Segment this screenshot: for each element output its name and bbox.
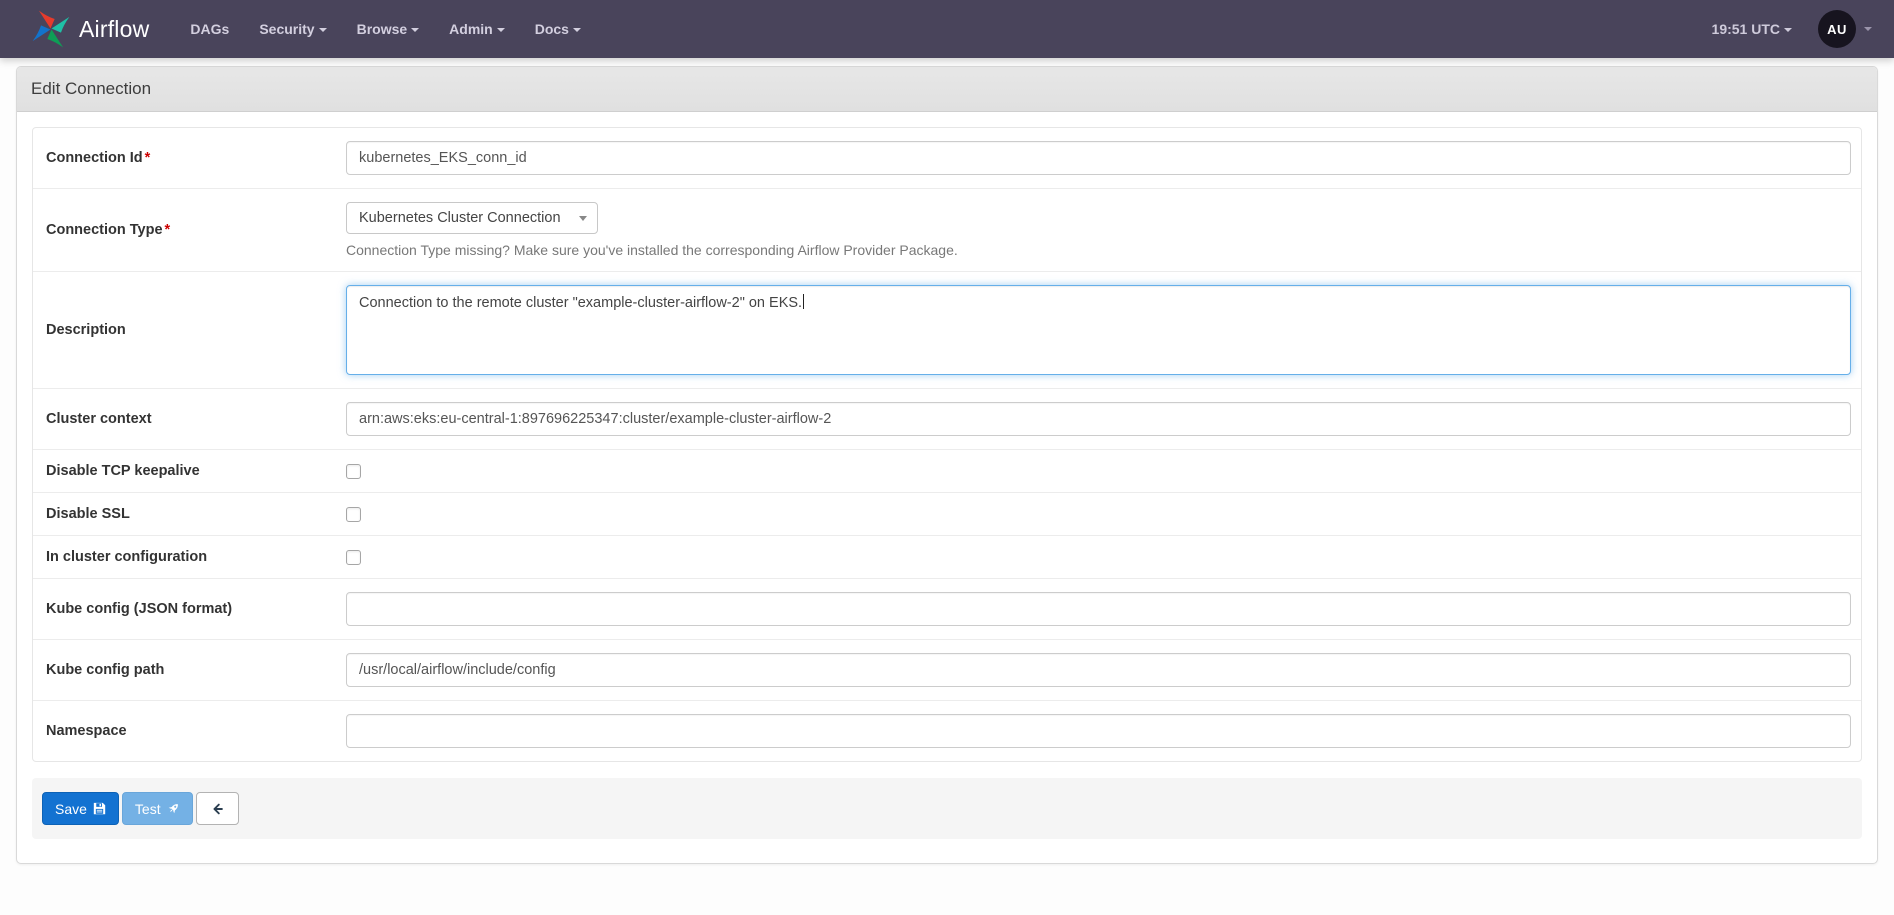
nav-item-admin[interactable]: Admin <box>434 11 520 47</box>
row-cluster-context: Cluster context <box>33 389 1861 450</box>
airflow-brand[interactable]: Airflow <box>30 8 149 50</box>
kube-config-path-input[interactable] <box>346 653 1851 687</box>
disable-ssl-checkbox[interactable] <box>346 507 361 522</box>
row-in-cluster-configuration: In cluster configuration <box>33 536 1861 579</box>
page-title: Edit Connection <box>31 79 1863 99</box>
chevron-down-icon <box>579 216 587 221</box>
connection-id-label: Connection Id* <box>43 150 346 166</box>
connection-type-label: Connection Type* <box>43 222 346 238</box>
chevron-down-icon <box>319 28 327 32</box>
test-button[interactable]: Test <box>122 792 193 825</box>
nav-item-docs[interactable]: Docs <box>520 11 596 47</box>
disable-tcp-keepalive-checkbox[interactable] <box>346 464 361 479</box>
row-disable-ssl: Disable SSL <box>33 493 1861 536</box>
kube-config-path-label: Kube config path <box>43 662 346 678</box>
row-kube-config-path: Kube config path <box>33 640 1861 701</box>
connection-form: Connection Id* Connection Type* Kubernet… <box>32 127 1862 762</box>
nav-menu: DAGs Security Browse Admin Docs <box>175 11 596 47</box>
disable-tcp-keepalive-label: Disable TCP keepalive <box>43 463 346 479</box>
row-namespace: Namespace <box>33 701 1861 761</box>
chevron-down-icon <box>1864 27 1872 31</box>
chevron-down-icon <box>573 28 581 32</box>
form-footer: Save Test <box>32 778 1862 839</box>
test-rocket-icon <box>167 802 180 815</box>
edit-connection-panel: Edit Connection Connection Id* Connectio… <box>16 66 1878 864</box>
row-connection-id: Connection Id* <box>33 128 1861 189</box>
connection-type-help-text: Connection Type missing? Make sure you'v… <box>346 242 1851 258</box>
back-arrow-icon <box>210 802 225 816</box>
panel-body: Connection Id* Connection Type* Kubernet… <box>17 112 1877 863</box>
user-menu[interactable]: AU <box>1818 10 1872 48</box>
connection-type-selected-value: Kubernetes Cluster Connection <box>359 210 561 226</box>
panel-heading: Edit Connection <box>17 67 1877 112</box>
top-navbar: Airflow DAGs Security Browse Admin Docs … <box>0 0 1894 58</box>
kube-config-json-label: Kube config (JSON format) <box>43 601 346 617</box>
chevron-down-icon <box>1784 28 1792 32</box>
description-textarea[interactable]: Connection to the remote cluster "exampl… <box>346 285 1851 375</box>
namespace-input[interactable] <box>346 714 1851 748</box>
chevron-down-icon <box>497 28 505 32</box>
cluster-context-label: Cluster context <box>43 411 346 427</box>
required-asterisk: * <box>165 222 171 238</box>
row-description: Description Connection to the remote clu… <box>33 272 1861 389</box>
nav-item-browse[interactable]: Browse <box>342 11 435 47</box>
nav-item-security[interactable]: Security <box>244 11 341 47</box>
description-label: Description <box>43 322 346 338</box>
disable-ssl-label: Disable SSL <box>43 506 346 522</box>
timezone-selector[interactable]: 19:51 UTC <box>1712 21 1792 37</box>
row-kube-config-json: Kube config (JSON format) <box>33 579 1861 640</box>
kube-config-json-input[interactable] <box>346 592 1851 626</box>
in-cluster-configuration-label: In cluster configuration <box>43 549 346 565</box>
nav-item-dags[interactable]: DAGs <box>175 11 244 47</box>
airflow-pinwheel-logo-icon <box>30 8 72 50</box>
chevron-down-icon <box>411 28 419 32</box>
connection-id-input[interactable] <box>346 141 1851 175</box>
save-button[interactable]: Save <box>42 792 119 825</box>
avatar: AU <box>1818 10 1856 48</box>
required-asterisk: * <box>145 150 151 166</box>
save-floppy-icon <box>93 802 106 815</box>
cluster-context-input[interactable] <box>346 402 1851 436</box>
back-button[interactable] <box>196 792 239 825</box>
text-cursor <box>803 294 804 309</box>
brand-name: Airflow <box>79 16 149 43</box>
connection-type-select[interactable]: Kubernetes Cluster Connection <box>346 202 598 234</box>
row-disable-tcp-keepalive: Disable TCP keepalive <box>33 450 1861 493</box>
row-connection-type: Connection Type* Kubernetes Cluster Conn… <box>33 189 1861 272</box>
in-cluster-configuration-checkbox[interactable] <box>346 550 361 565</box>
namespace-label: Namespace <box>43 723 346 739</box>
